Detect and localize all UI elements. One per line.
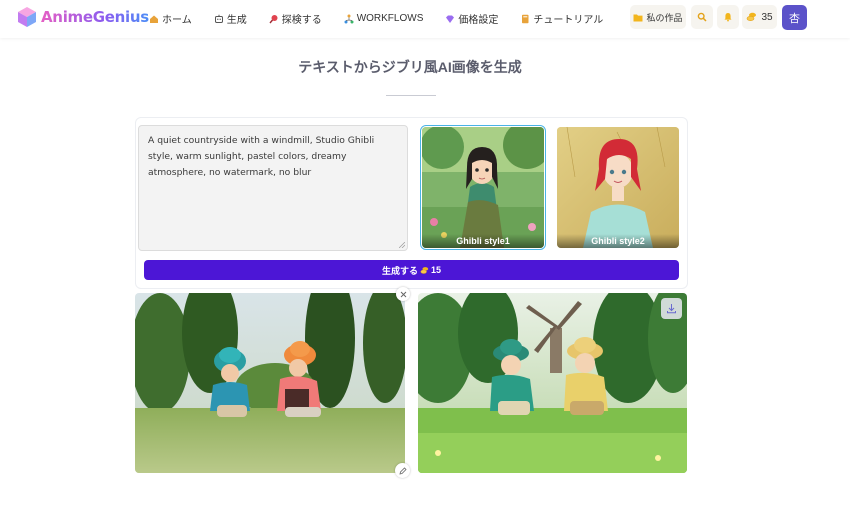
nav-tutorial[interactable]: チュートリアル	[520, 11, 603, 26]
generate-button[interactable]: 生成する 15	[144, 260, 679, 280]
generate-cost: 15	[431, 265, 442, 275]
generated-image[interactable]	[418, 293, 687, 473]
style-option-ghibli-1[interactable]: Ghibli style1	[419, 124, 547, 251]
workflows-icon	[344, 14, 354, 23]
explore-icon	[269, 14, 278, 23]
download-icon	[667, 304, 676, 314]
search-icon	[697, 12, 707, 22]
page-title: テキストからジブリ風AI画像を生成	[298, 59, 522, 75]
generated-image-art	[418, 293, 687, 473]
close-icon	[400, 291, 406, 297]
bell-icon	[724, 13, 732, 22]
my-works-button[interactable]: 私の作品	[630, 5, 686, 29]
coin-icon	[747, 12, 757, 22]
user-avatar[interactable]: 杏	[782, 5, 807, 30]
remove-image-button[interactable]	[396, 287, 410, 301]
search-button[interactable]	[691, 5, 713, 29]
resize-handle-icon[interactable]	[399, 242, 405, 248]
pencil-icon	[398, 466, 407, 475]
nav-workflows[interactable]: WORKFLOWS	[344, 11, 424, 26]
nav-generate[interactable]: 生成	[214, 11, 247, 26]
nav-home-label: ホーム	[162, 15, 192, 26]
coin-balance[interactable]: 35	[742, 5, 777, 29]
coin-icon	[420, 266, 429, 274]
logo-text: AnimeGenius	[41, 8, 149, 26]
tutorial-icon	[522, 14, 529, 23]
title-divider	[386, 95, 436, 96]
style-label: Ghibli style2	[557, 234, 679, 248]
logo[interactable]: AnimeGenius	[16, 6, 149, 28]
coin-count: 35	[761, 11, 773, 23]
download-button[interactable]	[661, 298, 682, 319]
nav-explore[interactable]: 探検する	[269, 11, 322, 26]
source-photo-image	[135, 293, 405, 473]
home-icon	[150, 15, 158, 23]
prompt-text: A quiet countryside with a windmill, Stu…	[148, 135, 375, 178]
prompt-input[interactable]: A quiet countryside with a windmill, Stu…	[138, 125, 408, 251]
generate-icon	[214, 14, 223, 23]
nav-workflows-label: WORKFLOWS	[356, 13, 424, 24]
nav-tutorial-label: チュートリアル	[533, 15, 604, 26]
ghibli-style2-thumbnail	[557, 127, 679, 248]
ghibli-style1-thumbnail	[422, 127, 544, 248]
source-photo[interactable]	[135, 293, 405, 473]
nav-explore-label: 探検する	[281, 15, 322, 26]
nav-pricing[interactable]: 価格設定	[445, 11, 498, 26]
style-label: Ghibli style1	[422, 234, 544, 248]
nav-generate-label: 生成	[226, 15, 247, 26]
notifications-button[interactable]	[717, 5, 739, 29]
top-header: AnimeGenius ホーム 生成 探検する WORKFLOWS 価格設定 チ…	[0, 0, 850, 38]
pricing-icon	[446, 15, 455, 23]
folder-icon	[633, 14, 643, 21]
generate-button-label: 生成する	[381, 265, 418, 276]
main-nav: ホーム 生成 探検する WORKFLOWS 価格設定 チュートリアル	[149, 11, 625, 26]
my-works-label: 私の作品	[646, 12, 683, 23]
nav-home[interactable]: ホーム	[149, 11, 192, 26]
nav-pricing-label: 価格設定	[458, 15, 499, 26]
style-option-ghibli-2[interactable]: Ghibli style2	[557, 127, 679, 248]
edit-image-button[interactable]	[395, 463, 410, 478]
logo-cube-icon	[18, 7, 36, 27]
